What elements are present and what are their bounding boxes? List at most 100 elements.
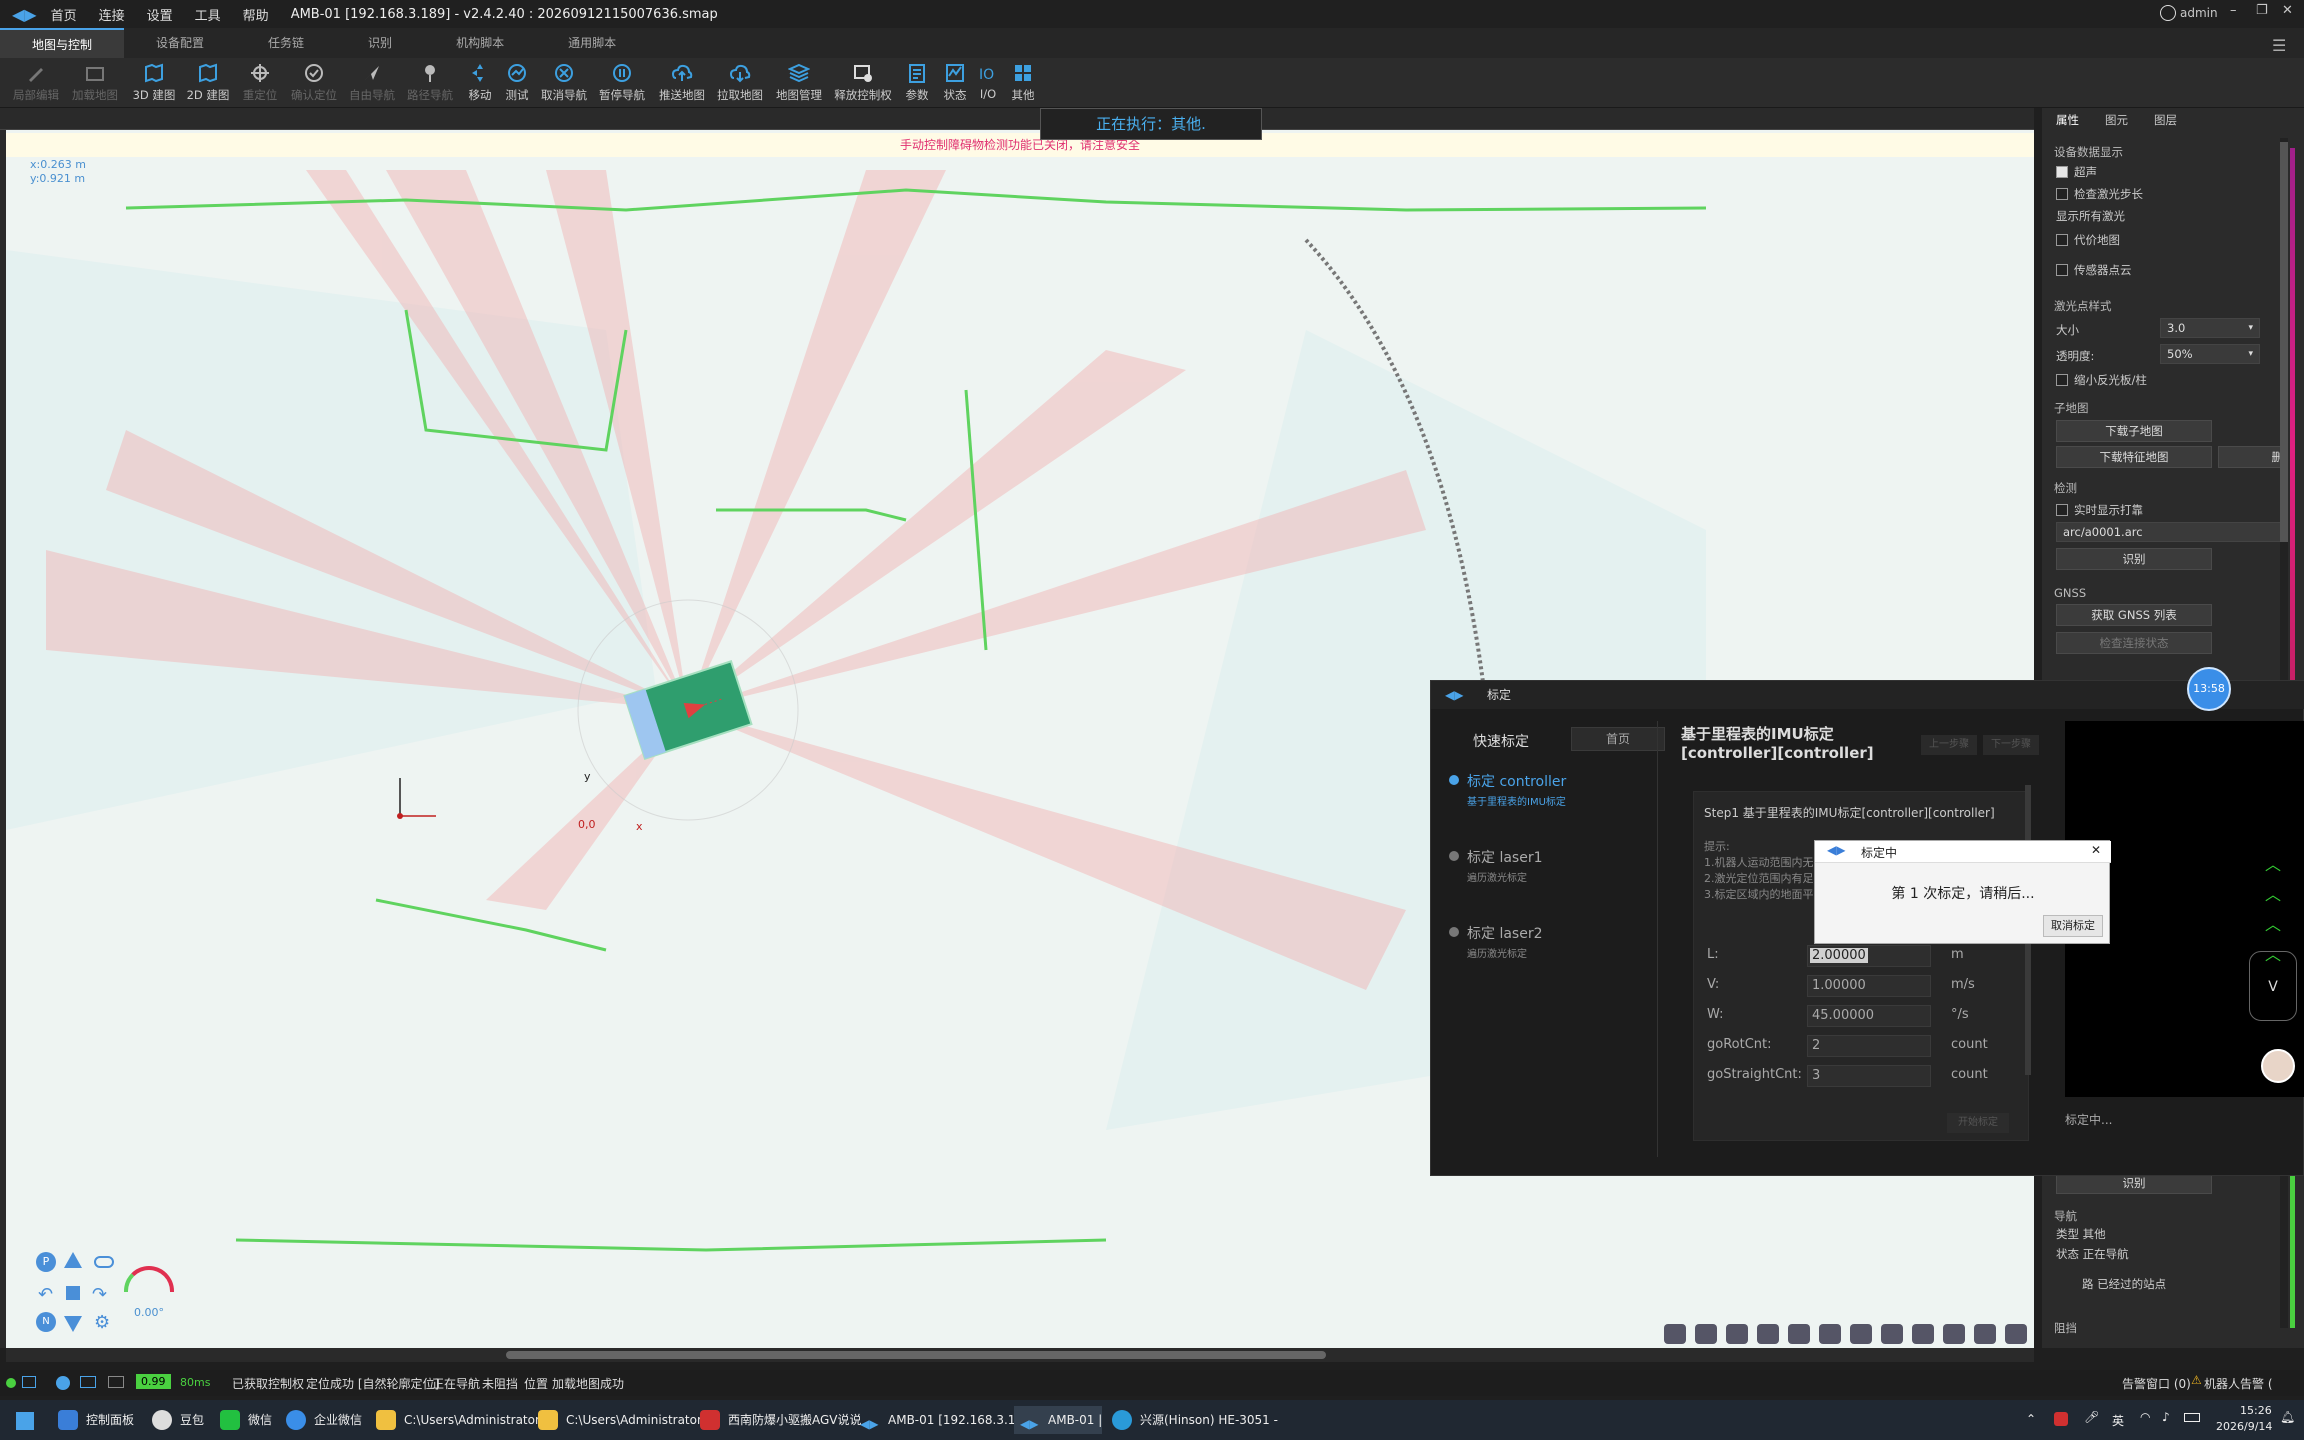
checkbox-icon[interactable] — [2056, 166, 2068, 178]
close-icon[interactable]: ✕ — [2282, 3, 2293, 18]
param-gorotcnt-input[interactable]: 2 — [1807, 1035, 1931, 1057]
menu-connect[interactable]: 连接 — [99, 5, 125, 24]
menu-settings[interactable]: 设置 — [147, 5, 173, 24]
gamepad-icon[interactable] — [94, 1256, 114, 1268]
relocate-button[interactable]: 重定位 — [238, 62, 282, 106]
param-L-input[interactable]: 2.00000 — [1807, 945, 1931, 967]
task-wechat[interactable]: 微信 — [214, 1406, 272, 1434]
scroll-thumb[interactable] — [2280, 142, 2288, 542]
tab-device-config[interactable]: 设备配置 — [124, 28, 236, 58]
tab-layers[interactable]: 图层 — [2154, 108, 2177, 132]
panel-settings-icon[interactable]: ☰ — [2272, 36, 2286, 55]
backward-arrow-icon[interactable] — [64, 1316, 82, 1332]
path-nav-button[interactable]: 路径导航 — [404, 62, 456, 106]
task-edge[interactable]: 兴源(Hinson) HE-3051 - — [1106, 1406, 1278, 1434]
screen-icon[interactable] — [80, 1376, 96, 1388]
check-laser-step[interactable]: 检查激光步长 — [2056, 186, 2143, 202]
2d-mapping-button[interactable]: 2D 建图 — [184, 62, 232, 106]
battery-icon[interactable] — [2184, 1413, 2200, 1422]
tab-recognition[interactable]: 识别 — [336, 28, 424, 58]
pull-map-button[interactable]: 拉取地图 — [716, 62, 764, 106]
size-select[interactable]: 3.0 ▾ — [2160, 318, 2260, 338]
check-all-lasers[interactable]: 显示所有激光 — [2056, 208, 2125, 224]
local-edit-button[interactable]: 局部编辑 — [12, 62, 60, 106]
ime-indicator[interactable]: 英 — [2112, 1412, 2124, 1429]
menu-help[interactable]: 帮助 — [243, 5, 269, 24]
forward-arrow-icon[interactable] — [64, 1252, 82, 1268]
monitor-icon[interactable] — [22, 1376, 36, 1388]
menu-home[interactable]: 首页 — [51, 5, 77, 24]
gear-icon[interactable]: ⚙ — [94, 1312, 110, 1333]
get-gnss-button[interactable]: 获取 GNSS 列表 — [2056, 604, 2212, 626]
menu-tools[interactable]: 工具 — [195, 5, 221, 24]
grid-toggle-icon[interactable] — [1819, 1324, 1841, 1344]
list-icon[interactable] — [1974, 1324, 1996, 1344]
mic-icon[interactable]: 🎤︎ — [2084, 1410, 2099, 1424]
task-explorer-2[interactable]: C:\Users\Administrator\ — [532, 1406, 706, 1434]
status-button[interactable]: 状态 — [938, 62, 972, 106]
delete-button[interactable]: 删 — [2218, 446, 2288, 468]
pause-nav-button[interactable]: 暂停导航 — [598, 62, 646, 106]
rotate-icon[interactable] — [1912, 1324, 1934, 1344]
opacity-select[interactable]: 50% ▾ — [2160, 344, 2260, 364]
notification-icon[interactable]: 🔔︎ — [2280, 1410, 2295, 1424]
free-nav-button[interactable]: 自由导航 — [346, 62, 398, 106]
checkbox-icon[interactable] — [2056, 264, 2068, 276]
check-ultrasonic[interactable]: 超声 — [2056, 164, 2097, 180]
avatar[interactable] — [2261, 1049, 2295, 1083]
zoom-fit-icon[interactable] — [1664, 1324, 1686, 1344]
tray-chevron-icon[interactable]: ⌃ — [2026, 1412, 2036, 1426]
scroll-thumb[interactable] — [506, 1351, 1326, 1359]
p-button[interactable]: P — [36, 1252, 56, 1272]
screenshot-icon[interactable] — [1943, 1324, 1965, 1344]
alarm-window-button[interactable]: 告警窗口 (0) — [2122, 1375, 2191, 1392]
clock-time[interactable]: 15:26 — [2240, 1404, 2272, 1417]
volume-icon[interactable]: ♪ — [2162, 1410, 2170, 1424]
checkbox-icon[interactable] — [2056, 374, 2068, 386]
n-button[interactable]: N — [36, 1312, 56, 1332]
tray-app-icon[interactable] — [2054, 1412, 2068, 1426]
task-wecom[interactable]: 企业微信 — [280, 1406, 362, 1434]
expand-icon[interactable]: ︿ — [2265, 911, 2281, 935]
param-V-input[interactable]: 1.00000 — [1807, 975, 1931, 997]
clock-date[interactable]: 2026/9/14 — [2216, 1420, 2272, 1433]
check-realtime[interactable]: 实时显示打靠 — [2056, 502, 2143, 518]
task-explorer-1[interactable]: C:\Users\Administrator\ — [370, 1406, 544, 1434]
task-wps[interactable]: 西南防爆小驱搬AGV说说 — [694, 1406, 862, 1434]
horizontal-scrollbar[interactable] — [6, 1348, 2034, 1362]
task-amb-2[interactable]: ◀▶ AMB-01 | — [1014, 1406, 1103, 1434]
maximize-icon[interactable]: ❐ — [2256, 3, 2268, 18]
io-button[interactable]: IO I/O — [974, 62, 1002, 106]
move-button[interactable]: 移动 — [462, 62, 498, 106]
expand-icon[interactable]: ︿ — [2265, 881, 2281, 905]
param-W-input[interactable]: 45.00000 — [1807, 1005, 1931, 1027]
start-calib-button[interactable]: 开始标定 — [1947, 1113, 2009, 1133]
stop-button[interactable] — [66, 1286, 80, 1300]
params-button[interactable]: 参数 — [900, 62, 934, 106]
focus-robot-icon[interactable] — [1788, 1324, 1810, 1344]
expand-icon[interactable]: ︿ — [2265, 851, 2281, 875]
task-control-panel[interactable]: 控制面板 — [52, 1406, 134, 1434]
checkbox-icon[interactable] — [2056, 234, 2068, 246]
check-costmap[interactable]: 代价地图 — [2056, 232, 2120, 248]
popup-close-icon[interactable]: ✕ — [2091, 843, 2101, 857]
load-map-button[interactable]: 加载地图 — [70, 62, 120, 106]
home-button[interactable]: 首页 — [1571, 727, 1665, 751]
tab-properties[interactable]: 属性 — [2056, 108, 2079, 132]
tab-task-chain[interactable]: 任务链 — [236, 28, 336, 58]
task-doubao[interactable]: 豆包 — [146, 1406, 204, 1434]
robot-status-icon[interactable] — [108, 1376, 124, 1388]
checkbox-icon[interactable] — [2056, 188, 2068, 200]
zoom-out-icon[interactable] — [1695, 1324, 1717, 1344]
prev-step-button[interactable]: 上一步骤 — [1921, 735, 1977, 755]
check-reduce-reflector[interactable]: 缩小反光板/柱 — [2056, 372, 2147, 388]
turn-left-icon[interactable]: ↶ — [38, 1284, 53, 1305]
cancel-calib-button[interactable]: 取消标定 — [2043, 915, 2103, 937]
user-icon[interactable] — [2160, 5, 2176, 21]
3d-mapping-button[interactable]: 3D 建图 — [130, 62, 178, 106]
timer-bubble[interactable]: 13:58 — [2187, 667, 2231, 711]
turn-right-icon[interactable]: ↷ — [92, 1284, 107, 1305]
confirm-location-button[interactable]: 确认定位 — [288, 62, 340, 106]
select-icon[interactable] — [1757, 1324, 1779, 1344]
tab-elements[interactable]: 图元 — [2105, 108, 2128, 132]
